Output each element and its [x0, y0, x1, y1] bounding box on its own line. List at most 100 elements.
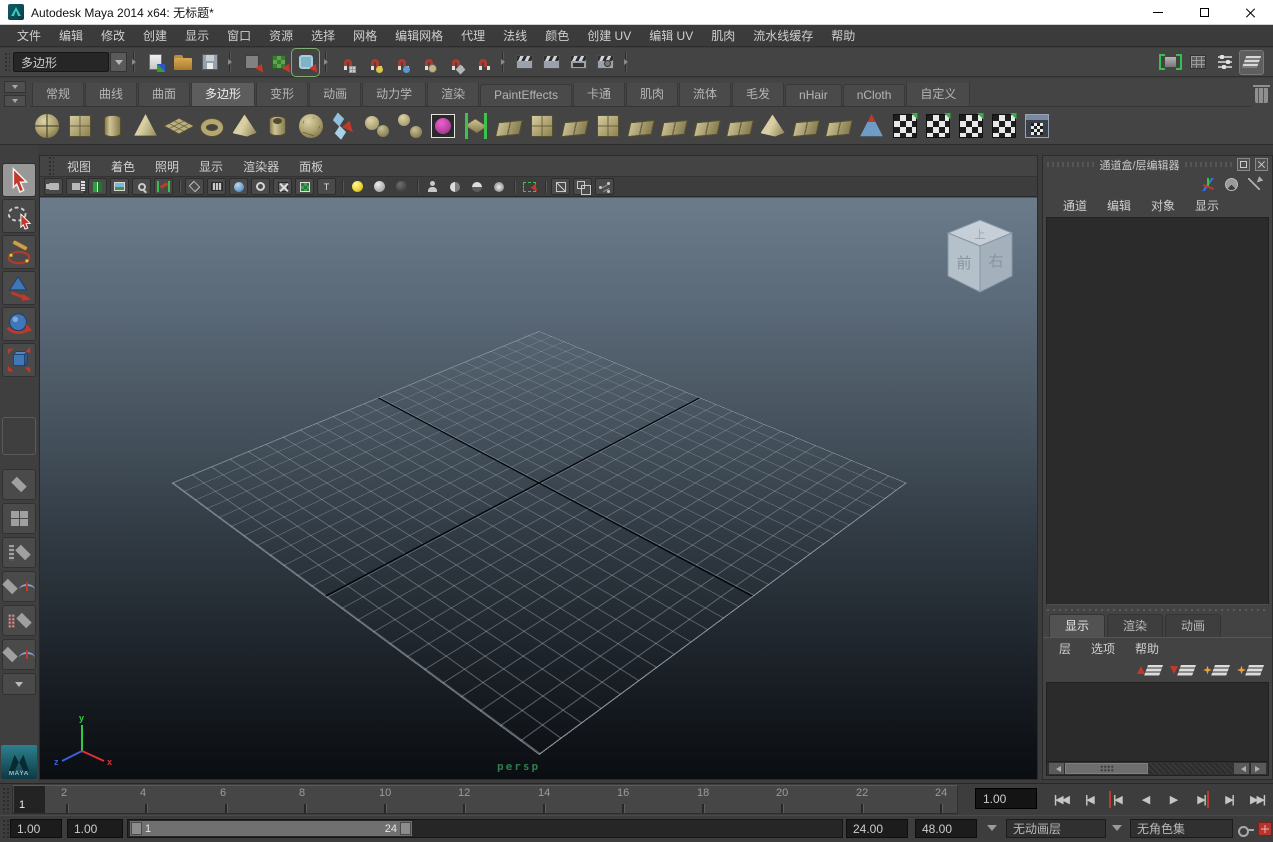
shelf-tab[interactable]: nHair	[785, 84, 842, 106]
planar-mapping-icon[interactable]	[888, 108, 921, 144]
step-forward-frame-button[interactable]: ▶|	[1216, 789, 1242, 810]
shelf-tab[interactable]: 动画	[309, 83, 361, 106]
outliner-persp-layout-button[interactable]	[2, 537, 36, 568]
minimize-button[interactable]	[1135, 0, 1181, 24]
scroll-right-button[interactable]	[1251, 763, 1266, 774]
shelf-tab[interactable]: 常规	[32, 83, 84, 106]
layout-dropdown-button[interactable]	[2, 673, 36, 695]
menu-item[interactable]: 创建 UV	[578, 27, 640, 44]
no-textures-icon[interactable]	[273, 178, 292, 195]
range-end-handle[interactable]	[400, 822, 411, 835]
move-tool-button[interactable]	[2, 271, 36, 305]
shelf-menu-button[interactable]	[4, 95, 26, 107]
panel-menu-item[interactable]: 显示	[189, 158, 233, 175]
snap-to-grid-icon[interactable]	[335, 50, 360, 75]
ipr-render-icon[interactable]	[566, 50, 591, 75]
rotate-tool-button[interactable]	[2, 307, 36, 341]
offset-edge-loop-icon[interactable]	[723, 108, 756, 144]
play-forwards-button[interactable]: ▶	[1160, 789, 1186, 810]
range-slider-bar[interactable]: 1 24	[130, 821, 412, 836]
render-view-icon[interactable]	[512, 50, 537, 75]
menu-item[interactable]: 窗口	[218, 27, 260, 44]
poly-pyramid-icon[interactable]	[228, 108, 261, 144]
channel-box-list[interactable]	[1046, 217, 1269, 605]
new-layer-from-selected-icon[interactable]	[1237, 665, 1262, 676]
combine-icon[interactable]	[360, 108, 393, 144]
menu-item[interactable]: 编辑网格	[386, 27, 452, 44]
step-back-key-button[interactable]: |◀	[1104, 789, 1130, 810]
snap-to-curve-icon[interactable]	[362, 50, 387, 75]
wireframe-icon[interactable]	[185, 178, 204, 195]
shelf-tab[interactable]: 流体	[679, 83, 731, 106]
close-panel-button[interactable]	[1255, 158, 1268, 171]
no-lights-icon[interactable]	[392, 178, 411, 195]
range-start-handle[interactable]	[131, 822, 142, 835]
playback-end-field[interactable]: 24.00	[846, 819, 908, 838]
select-tool-button[interactable]	[2, 163, 36, 197]
menu-item[interactable]: 帮助	[822, 27, 864, 44]
panel-menu-item[interactable]: 面板	[289, 158, 333, 175]
float-panel-button[interactable]	[1237, 158, 1250, 171]
maximize-button[interactable]	[1181, 0, 1227, 24]
anim-layer-dropdown-arrow[interactable]	[987, 825, 997, 836]
shadows-icon[interactable]	[423, 178, 442, 195]
textured-icon[interactable]	[229, 178, 248, 195]
step-forward-key-button[interactable]: ▶|	[1188, 789, 1214, 810]
time-slider-grip[interactable]	[2, 787, 10, 813]
status-line-divider[interactable]	[621, 50, 632, 74]
append-polygon-icon[interactable]	[624, 108, 657, 144]
shelf-tab-menu-button[interactable]	[4, 81, 26, 93]
status-line-divider[interactable]	[129, 50, 140, 74]
time-slider-track[interactable]: 1 24681012141618202224	[12, 785, 958, 814]
animation-start-field[interactable]: 1.00	[10, 819, 62, 838]
render-current-frame-icon[interactable]	[539, 50, 564, 75]
go-to-end-button[interactable]: ▶▶|	[1244, 789, 1270, 810]
attribute-editor-toggle-icon[interactable]	[1239, 50, 1264, 75]
xray-icon[interactable]	[551, 178, 570, 195]
poly-cylinder-icon[interactable]	[96, 108, 129, 144]
perspective-view[interactable]: 前 右 上 y x z persp	[40, 197, 1037, 779]
shelf-tab[interactable]: 曲线	[85, 83, 137, 106]
persp-graph-layout-button[interactable]	[2, 571, 36, 602]
divider[interactable]	[176, 178, 182, 195]
flat-lighting-icon[interactable]	[370, 178, 389, 195]
vertex-color-icon[interactable]	[295, 178, 314, 195]
current-time-field[interactable]: 1.00	[975, 788, 1037, 809]
trash-icon[interactable]	[1255, 88, 1268, 103]
panel-drag-handle[interactable]	[1047, 162, 1094, 167]
bevel-icon[interactable]	[525, 108, 558, 144]
layer-list[interactable]	[1046, 682, 1269, 776]
xray-joints-icon[interactable]	[595, 178, 614, 195]
layer-editor-tab[interactable]: 渲染	[1107, 614, 1163, 637]
poly-platonic-icon[interactable]	[294, 108, 327, 144]
uv-editor-icon[interactable]	[1020, 108, 1053, 144]
layer-editor-tab[interactable]: 显示	[1049, 614, 1105, 637]
divider[interactable]	[339, 178, 345, 195]
shelf-tab[interactable]: PaintEffects	[480, 84, 572, 106]
menu-item[interactable]: 肌肉	[702, 27, 744, 44]
use-default-material-icon[interactable]	[251, 178, 270, 195]
menu-set-dropdown-arrow[interactable]	[110, 52, 127, 72]
playback-start-field[interactable]: 1.00	[67, 819, 123, 838]
channel-box-menu-item[interactable]: 通道	[1053, 197, 1097, 214]
menu-item[interactable]: 资源	[260, 27, 302, 44]
close-button[interactable]	[1227, 0, 1273, 24]
motion-blur-icon[interactable]	[489, 178, 508, 195]
menu-set-dropdown[interactable]: 多边形	[13, 52, 109, 72]
shelf-tab[interactable]: 多边形	[191, 83, 255, 106]
menu-item[interactable]: 创建	[134, 27, 176, 44]
quadrangulate-icon[interactable]	[789, 108, 822, 144]
grease-pencil-icon[interactable]	[154, 178, 173, 195]
panel-menu-item[interactable]: 渲染器	[233, 158, 289, 175]
menu-item[interactable]: 代理	[452, 27, 494, 44]
channel-box-menu-item[interactable]: 编辑	[1097, 197, 1141, 214]
menu-item[interactable]: 法线	[494, 27, 536, 44]
select-component-icon[interactable]	[293, 50, 318, 75]
view-cube[interactable]: 前 右 上	[939, 214, 1021, 300]
extrude-icon[interactable]	[492, 108, 525, 144]
new-empty-layer-icon[interactable]	[1203, 665, 1228, 676]
select-hierarchy-icon[interactable]	[239, 50, 264, 75]
separate-icon[interactable]	[393, 108, 426, 144]
bridge-icon[interactable]	[558, 108, 591, 144]
paint-select-tool-button[interactable]	[2, 235, 36, 269]
